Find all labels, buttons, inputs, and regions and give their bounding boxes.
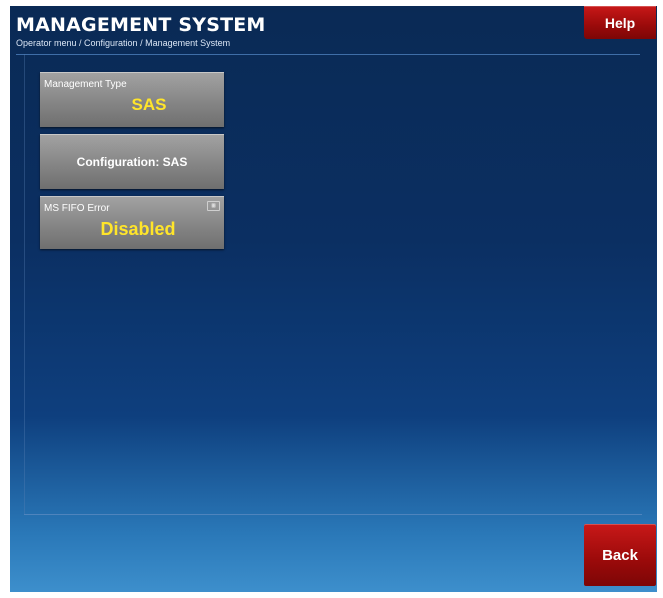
footer-divider [24,514,642,515]
management-type-value: SAS [131,95,167,114]
management-type-button[interactable]: Management Type SAS [40,72,224,127]
ms-fifo-error-label: MS FIFO Error [44,203,110,214]
content-left-border [24,54,25,514]
management-type-label: Management Type [44,79,127,90]
info-icon: ▦ [207,201,220,211]
configuration-sas-label: Configuration: SAS [76,155,188,169]
back-button[interactable]: Back [584,524,656,586]
management-system-screen: MANAGEMENT SYSTEM Operator menu / Config… [10,6,657,592]
ms-fifo-error-value: Disabled [100,219,176,239]
help-button[interactable]: Help [584,6,656,39]
ms-fifo-error-button[interactable]: MS FIFO Error ▦ Disabled [40,196,224,249]
header-divider [16,54,640,55]
page-title: MANAGEMENT SYSTEM [16,14,266,36]
breadcrumb: Operator menu / Configuration / Manageme… [16,38,231,48]
configuration-sas-button[interactable]: Configuration: SAS [40,134,224,189]
